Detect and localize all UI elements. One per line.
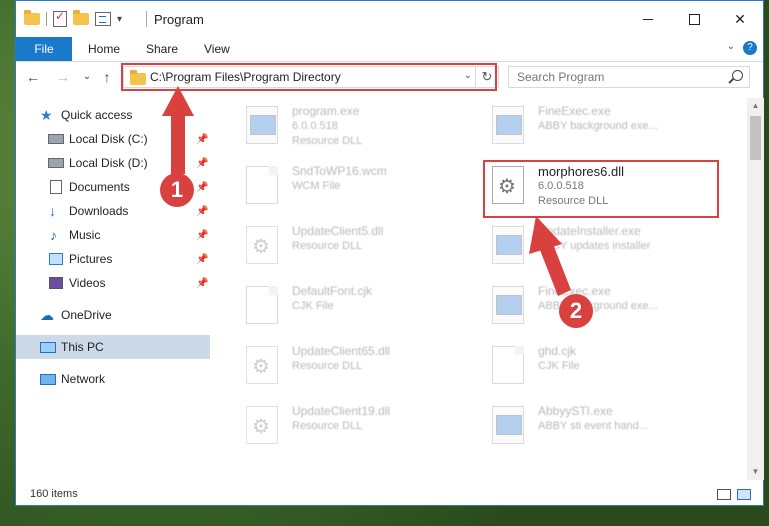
annotation-badge-2: 2 <box>559 294 593 328</box>
arrow-2-head <box>529 216 562 254</box>
arrow-1-shaft <box>171 112 185 174</box>
arrow-1-head <box>162 86 194 116</box>
arrow-2-shaft <box>540 244 571 296</box>
annotation-arrows <box>162 86 571 296</box>
annotation-badge-1: 1 <box>160 173 194 207</box>
